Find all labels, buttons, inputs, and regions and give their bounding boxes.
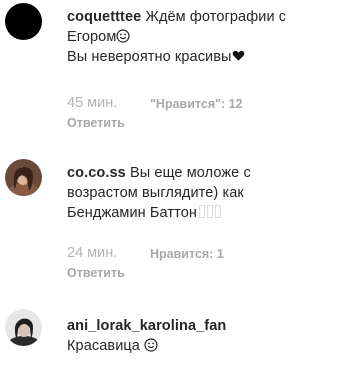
comment-body-line3: Вы невероятно красивы <box>67 49 232 65</box>
smiley-emoji-icon <box>116 29 131 43</box>
timestamp: 45 мин. <box>67 95 118 111</box>
comment-body-line3: Бенджамин Баттон <box>67 205 197 221</box>
comment-meta: 45 мин. "Нравится": 12 <box>67 95 243 111</box>
timestamp: 24 мин. <box>67 245 118 261</box>
username[interactable]: ani_lorak_karolina_fan <box>67 318 226 334</box>
comment-text: ani_lorak_karolina_fan Красавица <box>67 316 343 356</box>
reply-button[interactable]: Ответить <box>67 116 125 130</box>
unsupported-glyph-icon <box>206 205 213 218</box>
comment-meta: 24 мин. Нравится: 1 <box>67 245 224 261</box>
avatar[interactable] <box>5 309 42 346</box>
unsupported-glyph-icon <box>214 205 221 218</box>
comment-text: coquetttee Ждём фотографии с Егором Вы н… <box>67 7 343 67</box>
comment-body-line1: Красавица <box>67 338 140 354</box>
reply-button[interactable]: Ответить <box>67 266 125 280</box>
avatar[interactable] <box>5 159 42 196</box>
unsupported-glyph-icon <box>198 205 205 218</box>
smiley-emoji-icon <box>144 338 158 352</box>
likes-count[interactable]: Нравится: 1 <box>150 247 224 261</box>
comment-text: co.co.ss Вы еще моложе с возрастом выгля… <box>67 163 343 223</box>
comment-body-line1: Вы еще моложе с <box>129 165 251 181</box>
comment-body-line2: возрастом выглядите) как <box>67 185 244 201</box>
username[interactable]: coquetttee <box>67 9 141 25</box>
black-heart-icon <box>232 50 244 61</box>
comment-body-line1: Ждём фотографии с <box>145 9 287 25</box>
username[interactable]: co.co.ss <box>67 165 126 181</box>
comment-body-line2: Егором <box>67 29 117 45</box>
avatar[interactable] <box>5 3 42 40</box>
likes-count[interactable]: "Нравится": 12 <box>150 97 243 111</box>
